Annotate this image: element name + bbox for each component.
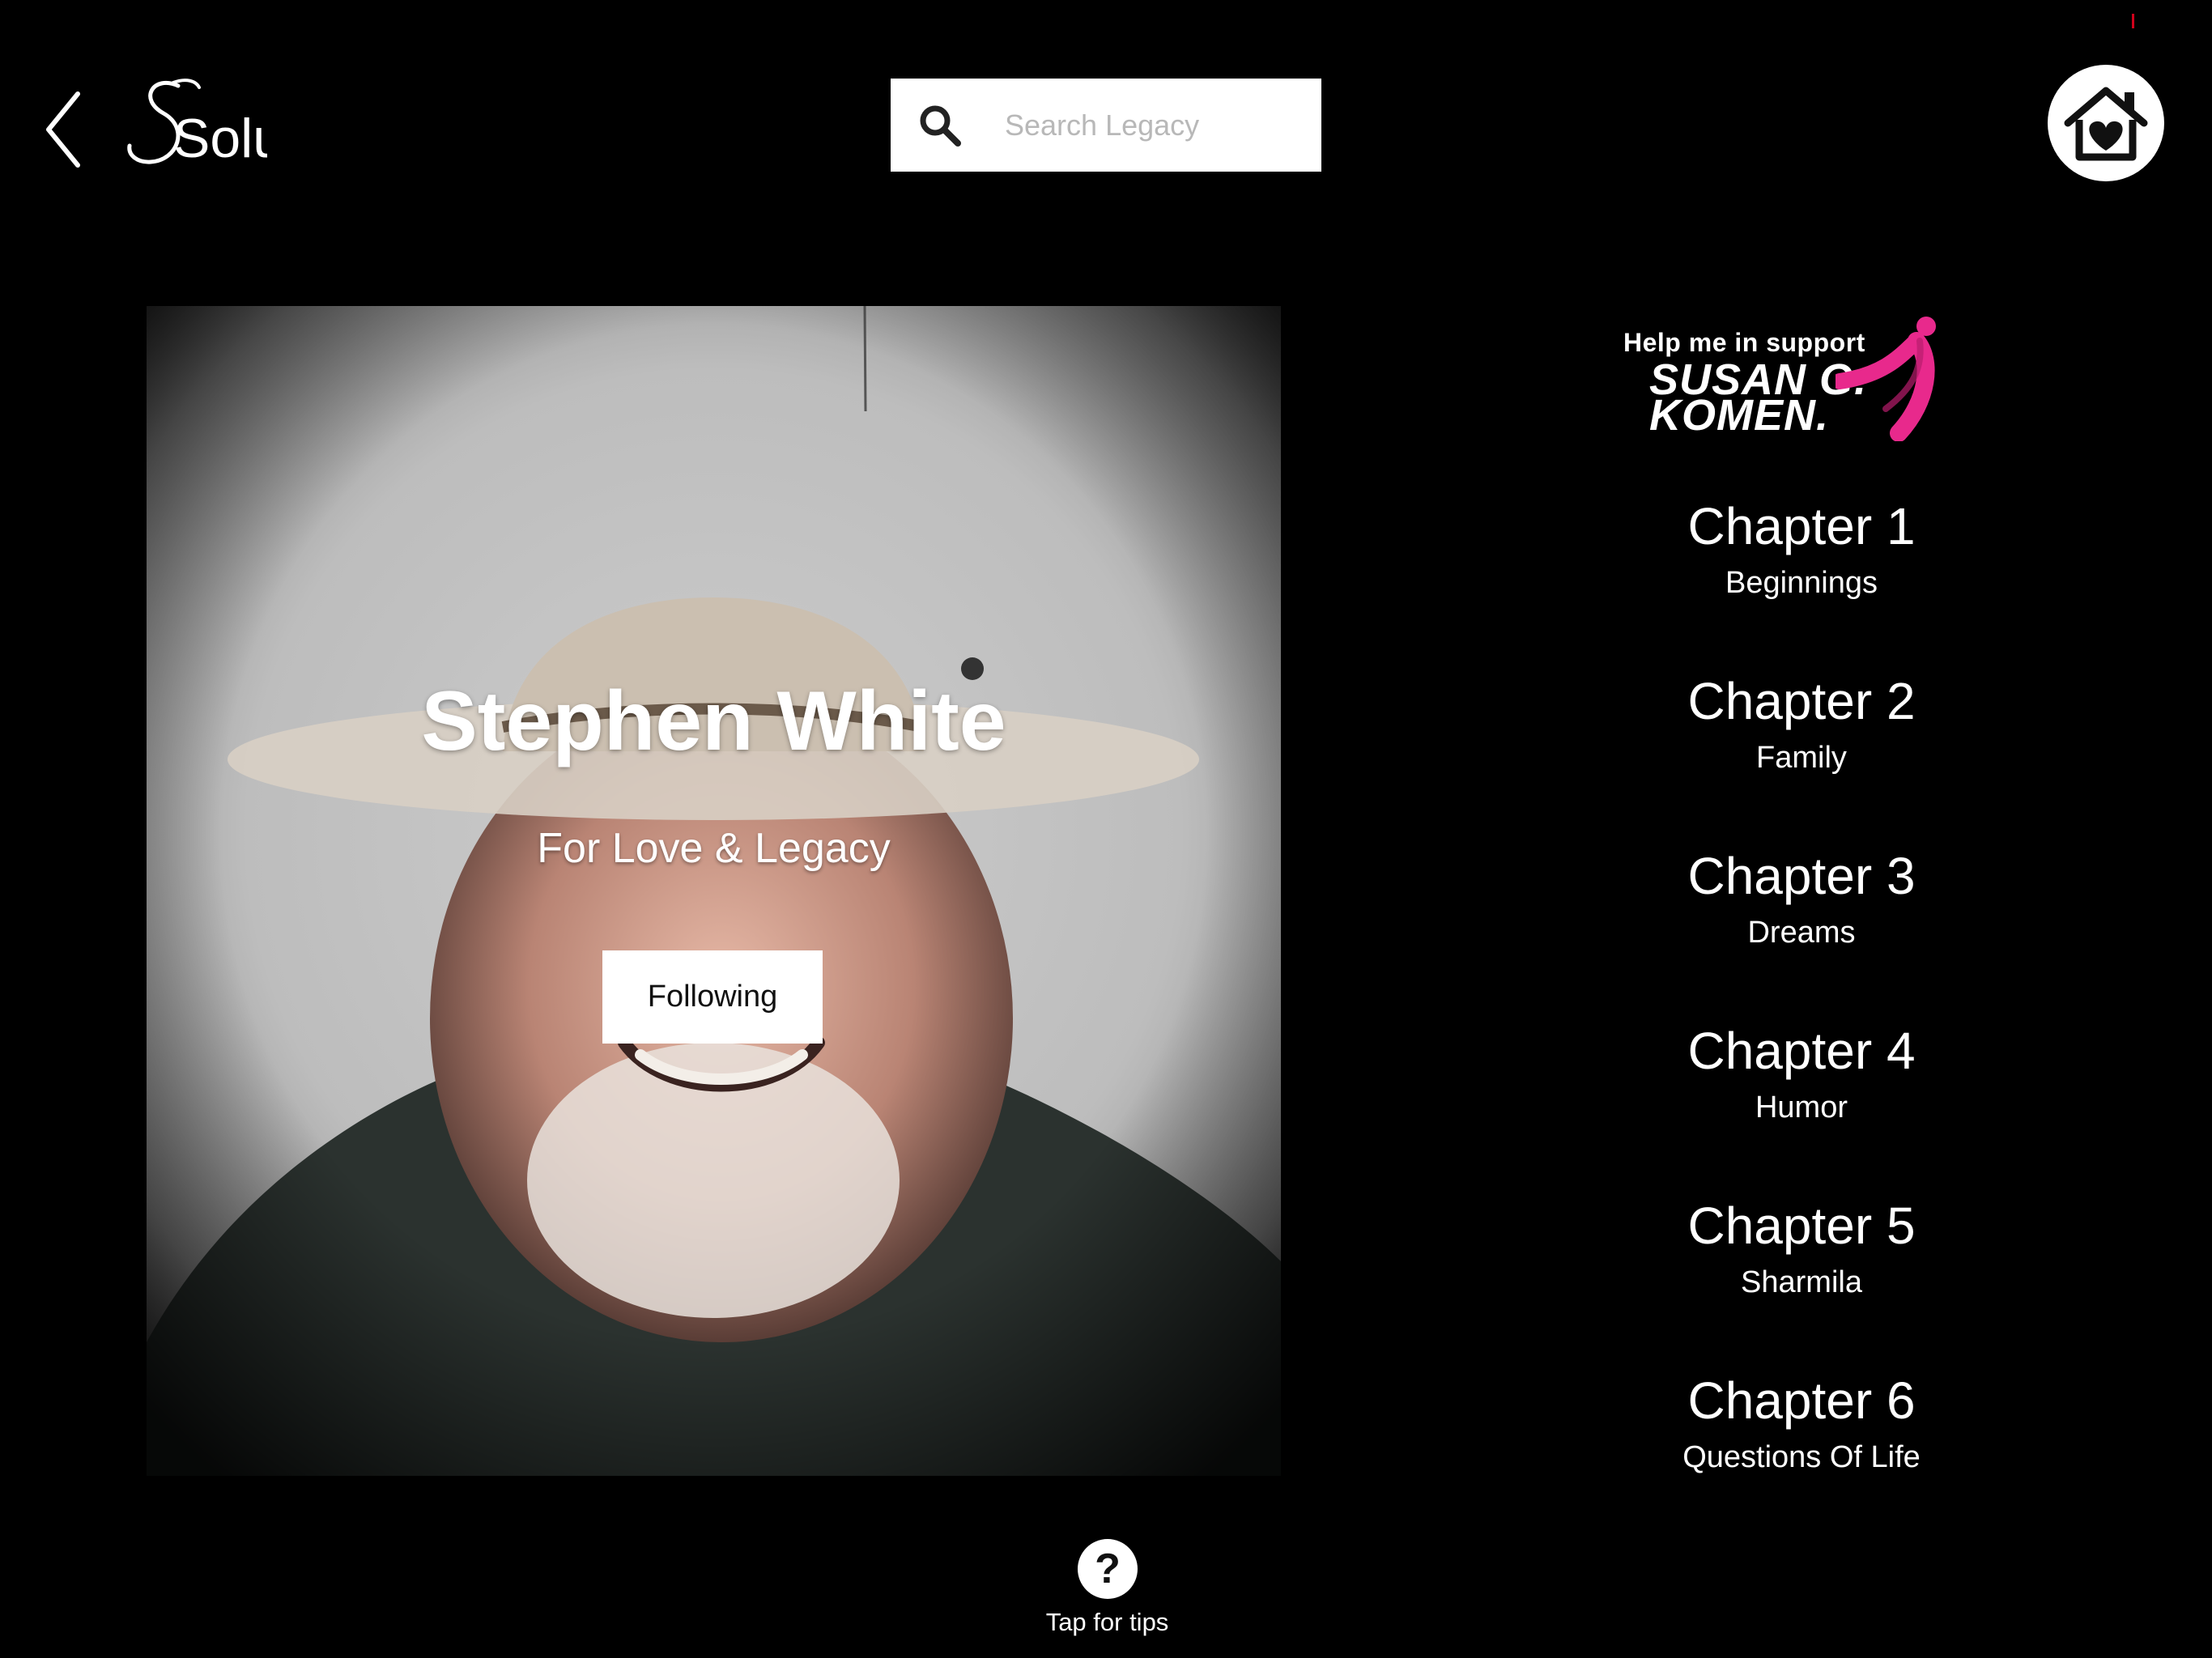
chapter-title: Chapter 3	[1687, 847, 1916, 905]
question-mark-icon: ?	[1077, 1539, 1138, 1599]
svg-text:?: ?	[1095, 1545, 1121, 1592]
svg-text:Solu: Solu	[173, 108, 267, 169]
back-button[interactable]	[40, 89, 89, 170]
profile-photo	[147, 306, 1281, 1476]
chapter-item-6[interactable]: Chapter 6 Questions Of Life	[1599, 1368, 2004, 1480]
search-input[interactable]	[1003, 107, 1298, 143]
chapter-title: Chapter 5	[1687, 1197, 1916, 1255]
chapter-subtitle: Beginnings	[1725, 566, 1878, 600]
following-button[interactable]: Following	[602, 950, 823, 1044]
chapter-subtitle: Humor	[1755, 1090, 1848, 1124]
chapter-item-5[interactable]: Chapter 5 Sharmila	[1599, 1193, 2004, 1305]
status-indicator	[2132, 14, 2134, 28]
sponsor-tagline: Help me in support	[1623, 328, 1865, 357]
search-bar[interactable]	[891, 79, 1321, 172]
chapter-item-1[interactable]: Chapter 1 Beginnings	[1599, 494, 2004, 606]
search-icon	[920, 105, 961, 147]
chapter-subtitle: Questions Of Life	[1682, 1440, 1921, 1474]
pink-ribbon-icon	[1836, 317, 1936, 441]
chevron-left-icon	[46, 91, 80, 168]
chapter-title: Chapter 4	[1687, 1022, 1916, 1080]
profile-name: Stephen White	[421, 674, 1006, 768]
sponsor-name: SUSAN G. KOMEN.	[1649, 358, 1867, 437]
solu-logo: Solu	[121, 71, 283, 176]
chapter-subtitle: Family	[1756, 741, 1847, 775]
sponsor-name-line2: KOMEN.	[1649, 391, 1829, 440]
chapter-title: Chapter 6	[1687, 1371, 1916, 1430]
home-button[interactable]	[2048, 65, 2164, 181]
sponsor-banner[interactable]: Help me in support SUSAN G. KOMEN.	[1623, 312, 1963, 445]
chapter-item-2[interactable]: Chapter 2 Family	[1599, 669, 2004, 780]
chapter-title: Chapter 1	[1687, 497, 1916, 555]
profile-hero-card: Stephen White For Love & Legacy Followin…	[147, 306, 1281, 1476]
chapter-list[interactable]: Chapter 1 Beginnings Chapter 2 Family Ch…	[1599, 494, 2004, 1483]
chapter-subtitle: Dreams	[1747, 916, 1856, 950]
home-heart-icon	[2064, 87, 2148, 161]
chapter-item-4[interactable]: Chapter 4 Humor	[1599, 1018, 2004, 1130]
profile-subtitle: For Love & Legacy	[537, 825, 891, 872]
chapter-subtitle: Sharmila	[1741, 1265, 1862, 1299]
tips-label: Tap for tips	[1045, 1608, 1169, 1636]
tips-button[interactable]: ? Tap for tips	[1028, 1538, 1186, 1637]
chapter-item-3[interactable]: Chapter 3 Dreams	[1599, 844, 2004, 955]
chapter-title: Chapter 2	[1687, 672, 1916, 730]
